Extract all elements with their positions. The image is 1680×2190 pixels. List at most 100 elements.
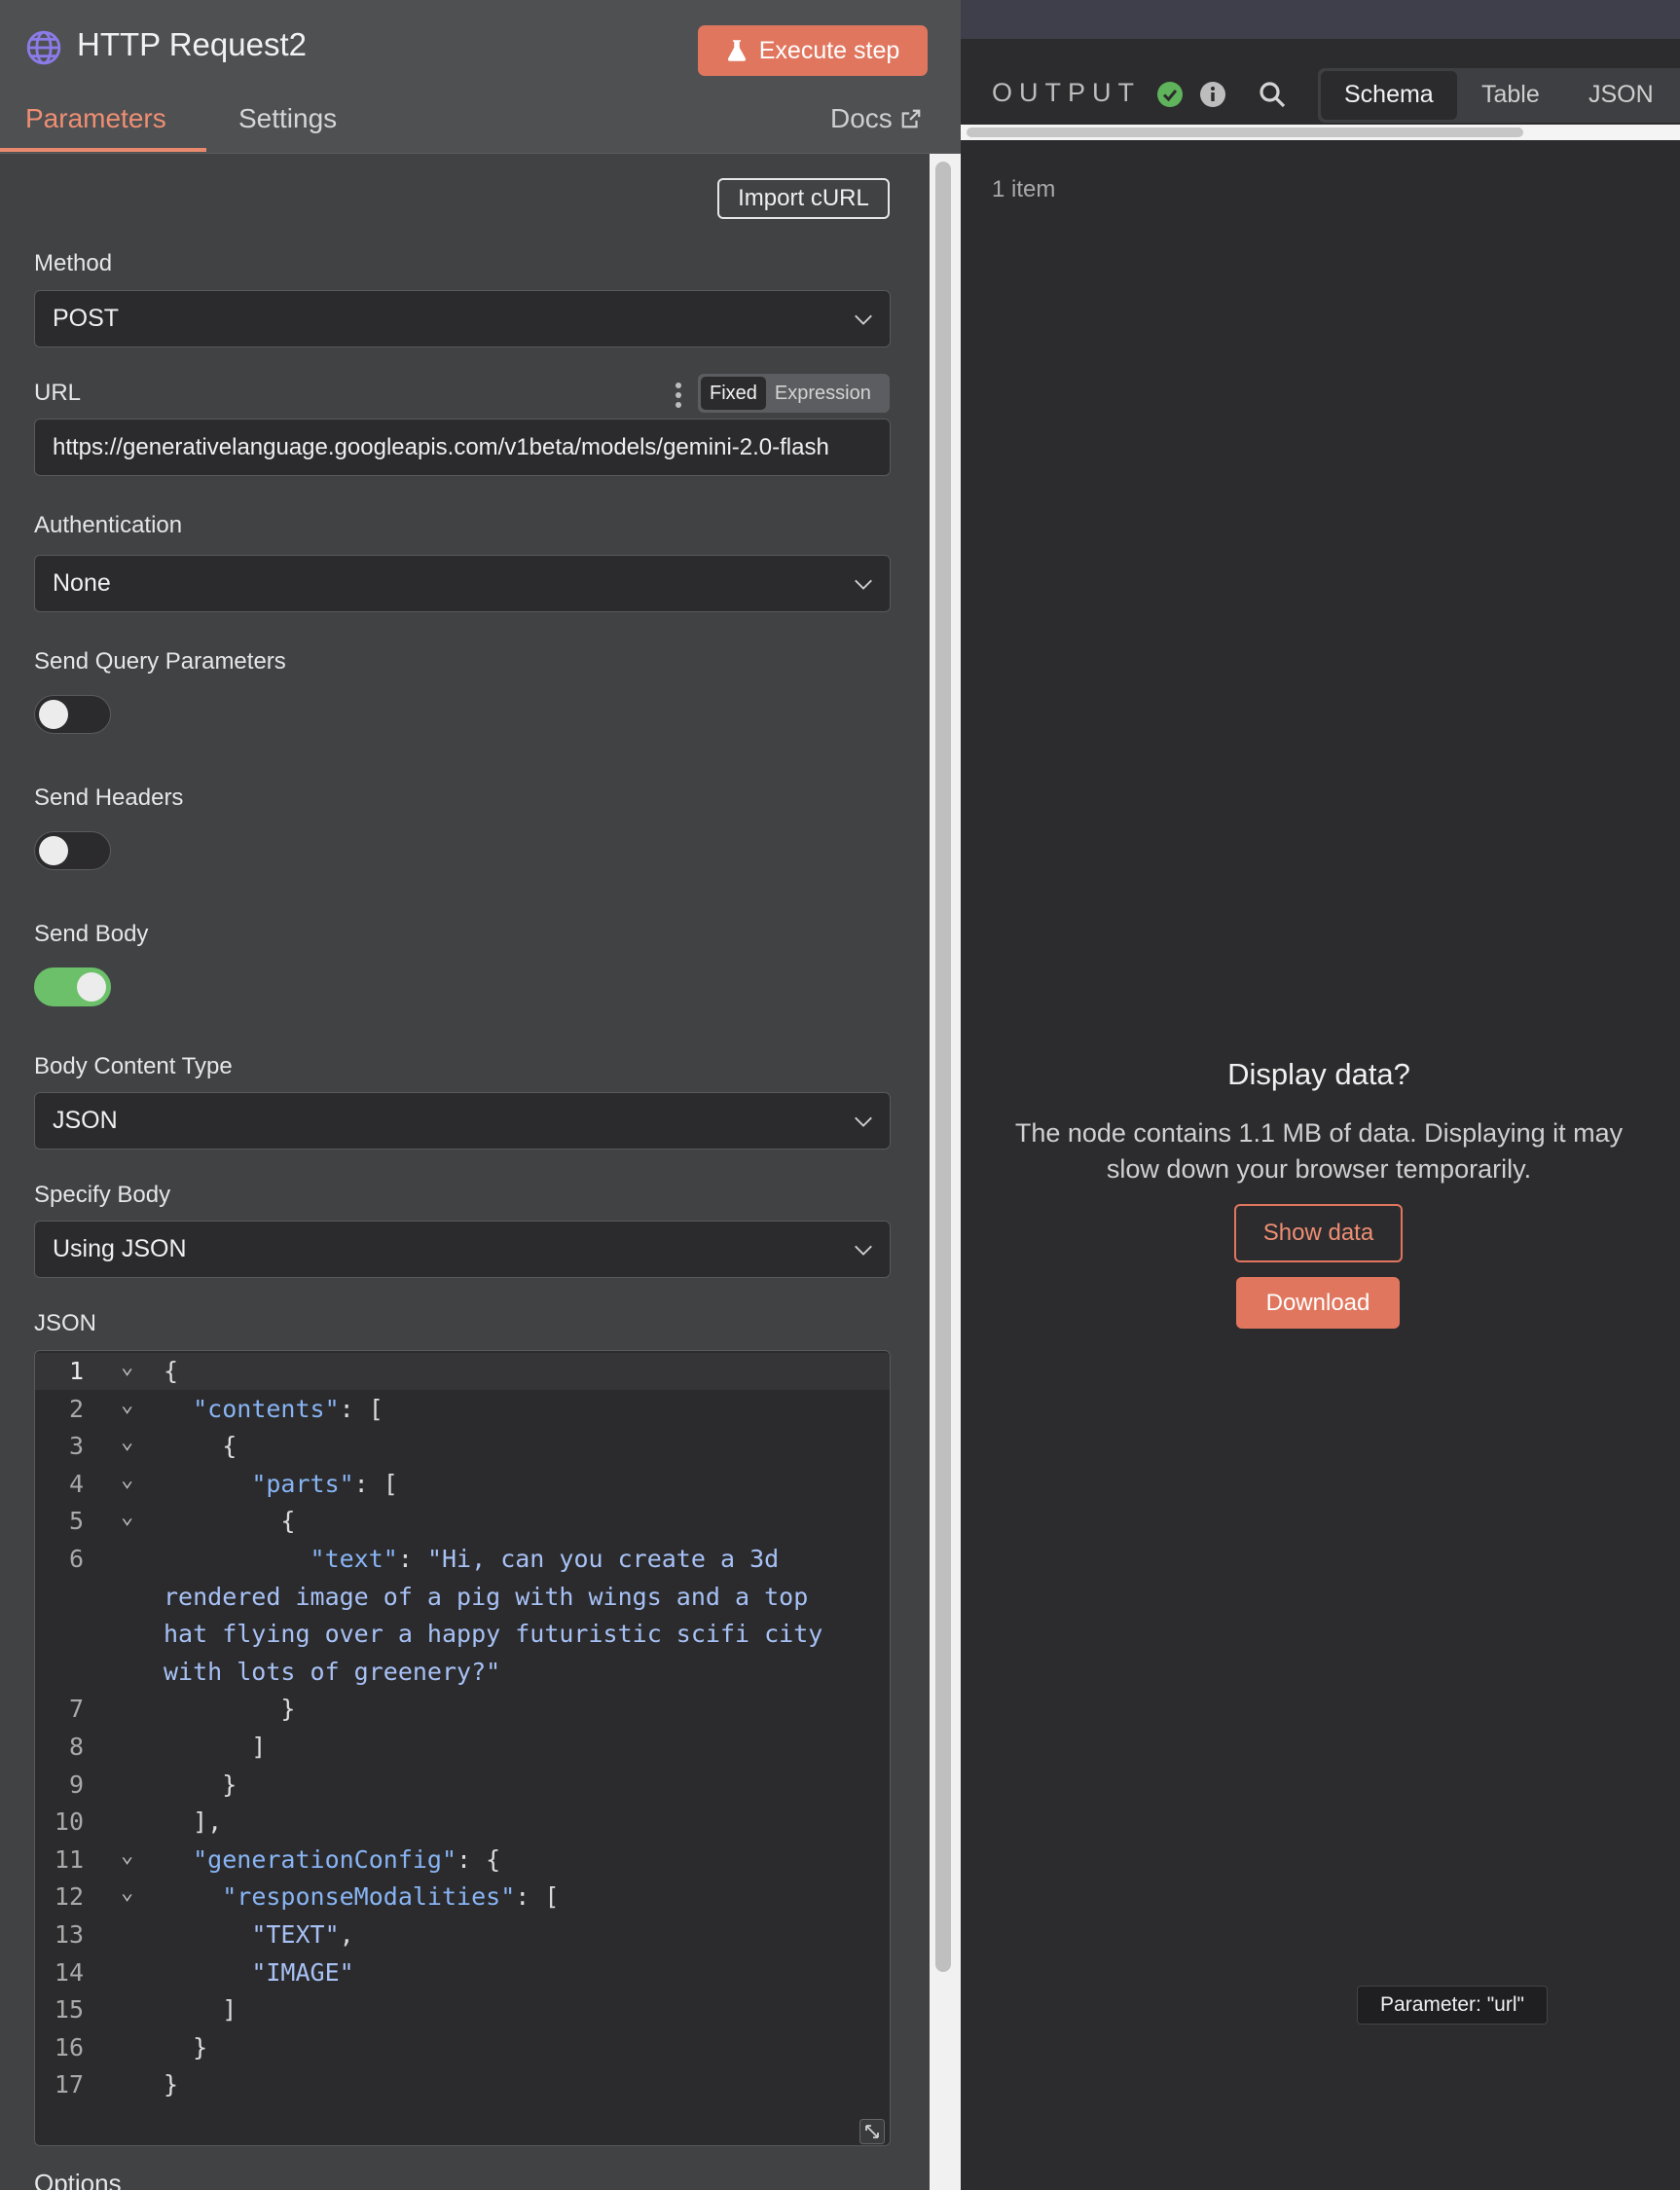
url-input[interactable]: https://generativelanguage.googleapis.co… [34,419,891,476]
authentication-select[interactable]: None [34,555,891,612]
tab-settings[interactable]: Settings [238,103,337,134]
code-line[interactable]: 1 ⌄ { [35,1353,890,1390]
output-title: OUTPUT [992,78,1141,107]
code-text: } [164,2070,179,2099]
line-number: 1 [68,1357,84,1385]
output-scrollbar-thumb[interactable] [967,128,1523,137]
specify-body-value: Using JSON [53,1235,187,1262]
code-text: { [164,1432,237,1461]
mode-expression[interactable]: Expression [766,377,880,410]
code-text: "responseModalities": [ [222,1882,560,1912]
code-text: { [164,1507,296,1536]
code-line[interactable]: 8 ] [35,1729,890,1766]
line-number: 16 [54,2032,84,2062]
code-line[interactable]: with lots of greenery?" [35,1654,890,1691]
execute-step-button[interactable]: Execute step [698,25,928,76]
fold-chevron-icon[interactable]: ⌄ [121,1355,133,1379]
show-data-button[interactable]: Show data [1234,1204,1403,1262]
line-number: 6 [68,1545,84,1573]
line-number: 13 [54,1920,84,1949]
tab-parameters[interactable]: Parameters [25,103,166,134]
code-text: rendered image of a pig with wings and a… [164,1582,809,1611]
code-line[interactable]: rendered image of a pig with wings and a… [35,1579,890,1616]
node-title: HTTP Request2 [77,26,307,62]
code-line[interactable]: 17} [35,2066,890,2103]
chevron-down-icon [855,579,872,590]
code-line[interactable]: 16 } [35,2029,890,2066]
download-button[interactable]: Download [1236,1277,1400,1329]
code-line[interactable]: 7 } [35,1691,890,1728]
docs-link[interactable]: Docs [830,103,922,134]
method-select[interactable]: POST [34,290,891,347]
code-line[interactable]: 14 "IMAGE" [35,1954,890,1991]
active-tab-indicator [0,148,206,152]
send-headers-toggle[interactable] [34,831,111,870]
code-text: { [164,1357,179,1385]
code-text: "IMAGE" [251,1957,354,1987]
info-icon[interactable] [1199,81,1226,108]
fold-chevron-icon[interactable]: ⌄ [121,1430,133,1454]
node-parameters-panel: HTTP Request2 Execute step Parameters Se… [0,0,961,2190]
authentication-label: Authentication [34,512,183,538]
view-json[interactable]: JSON [1589,81,1654,109]
parameter-tooltip: Parameter: "url" [1357,1986,1548,2025]
line-number: 11 [54,1844,84,1874]
line-number: 15 [54,1995,84,2025]
fold-chevron-icon[interactable]: ⌄ [121,1880,133,1905]
code-line[interactable]: 6 "text": "Hi, can you create a 3d [35,1541,890,1578]
code-line[interactable]: 3 ⌄ { [35,1428,890,1465]
specify-body-select[interactable]: Using JSON [34,1221,891,1278]
code-line[interactable]: 13 "TEXT", [35,1916,890,1953]
json-code-editor[interactable]: 1 ⌄ {2 ⌄ "contents": [3 ⌄ {4 ⌄ "parts": [5 ⌄ {… [34,1350,891,2146]
body-content-type-value: JSON [53,1107,118,1134]
code-text: ], [164,1807,223,1837]
panel-scrollbar-thumb[interactable] [935,162,951,1972]
code-text: } [164,1695,296,1724]
body-content-type-label: Body Content Type [34,1053,233,1079]
execute-step-label: Execute step [758,36,900,64]
fold-chevron-icon[interactable]: ⌄ [121,1393,133,1417]
view-table[interactable]: Table [1481,81,1540,109]
code-text: ] [164,1733,267,1761]
url-mode-toggle: Fixed Expression [698,374,890,413]
kebab-menu-icon[interactable] [672,381,685,410]
body-content-type-select[interactable]: JSON [34,1092,891,1150]
code-line[interactable]: 12 ⌄ "responseModalities": [ [35,1879,890,1916]
globe-icon [26,30,61,65]
chevron-down-icon [855,1245,872,1256]
line-number: 2 [68,1394,84,1423]
import-curl-button[interactable]: Import cURL [717,178,890,219]
code-line[interactable]: 15 ] [35,1991,890,2028]
fold-chevron-icon[interactable]: ⌄ [121,1843,133,1868]
line-number: 3 [68,1432,84,1461]
line-number: 8 [68,1733,84,1761]
send-body-toggle[interactable] [34,967,111,1006]
toggle-knob [77,972,106,1002]
specify-body-label: Specify Body [34,1182,171,1208]
line-number: 5 [68,1507,84,1536]
search-icon[interactable] [1258,80,1287,109]
send-query-label: Send Query Parameters [34,648,286,675]
code-text: } [164,2032,208,2062]
code-text: "text": "Hi, can you create a 3d [310,1545,780,1573]
view-schema[interactable]: Schema [1344,81,1434,109]
mode-fixed[interactable]: Fixed [701,377,766,410]
code-line[interactable]: 5 ⌄ { [35,1503,890,1540]
code-line[interactable]: 10 ], [35,1804,890,1841]
code-text: "parts": [ [251,1469,398,1498]
code-line[interactable]: hat flying over a happy futuristic scifi… [35,1616,890,1653]
code-line[interactable]: 2 ⌄ "contents": [ [35,1391,890,1428]
code-line[interactable]: 4 ⌄ "parts": [ [35,1466,890,1503]
code-text: "TEXT", [251,1920,354,1949]
method-label: Method [34,250,113,276]
fold-chevron-icon[interactable]: ⌄ [121,1505,133,1529]
fold-chevron-icon[interactable]: ⌄ [121,1468,133,1492]
json-label: JSON [34,1310,97,1336]
code-text: ] [164,1995,237,2025]
code-line[interactable]: 11 ⌄ "generationConfig": { [35,1842,890,1879]
resize-handle-icon[interactable] [859,2119,885,2144]
code-line[interactable]: 9 } [35,1767,890,1804]
method-value: POST [53,305,120,332]
send-query-toggle[interactable] [34,695,111,734]
panel-header: HTTP Request2 Execute step Parameters Se… [0,0,961,154]
